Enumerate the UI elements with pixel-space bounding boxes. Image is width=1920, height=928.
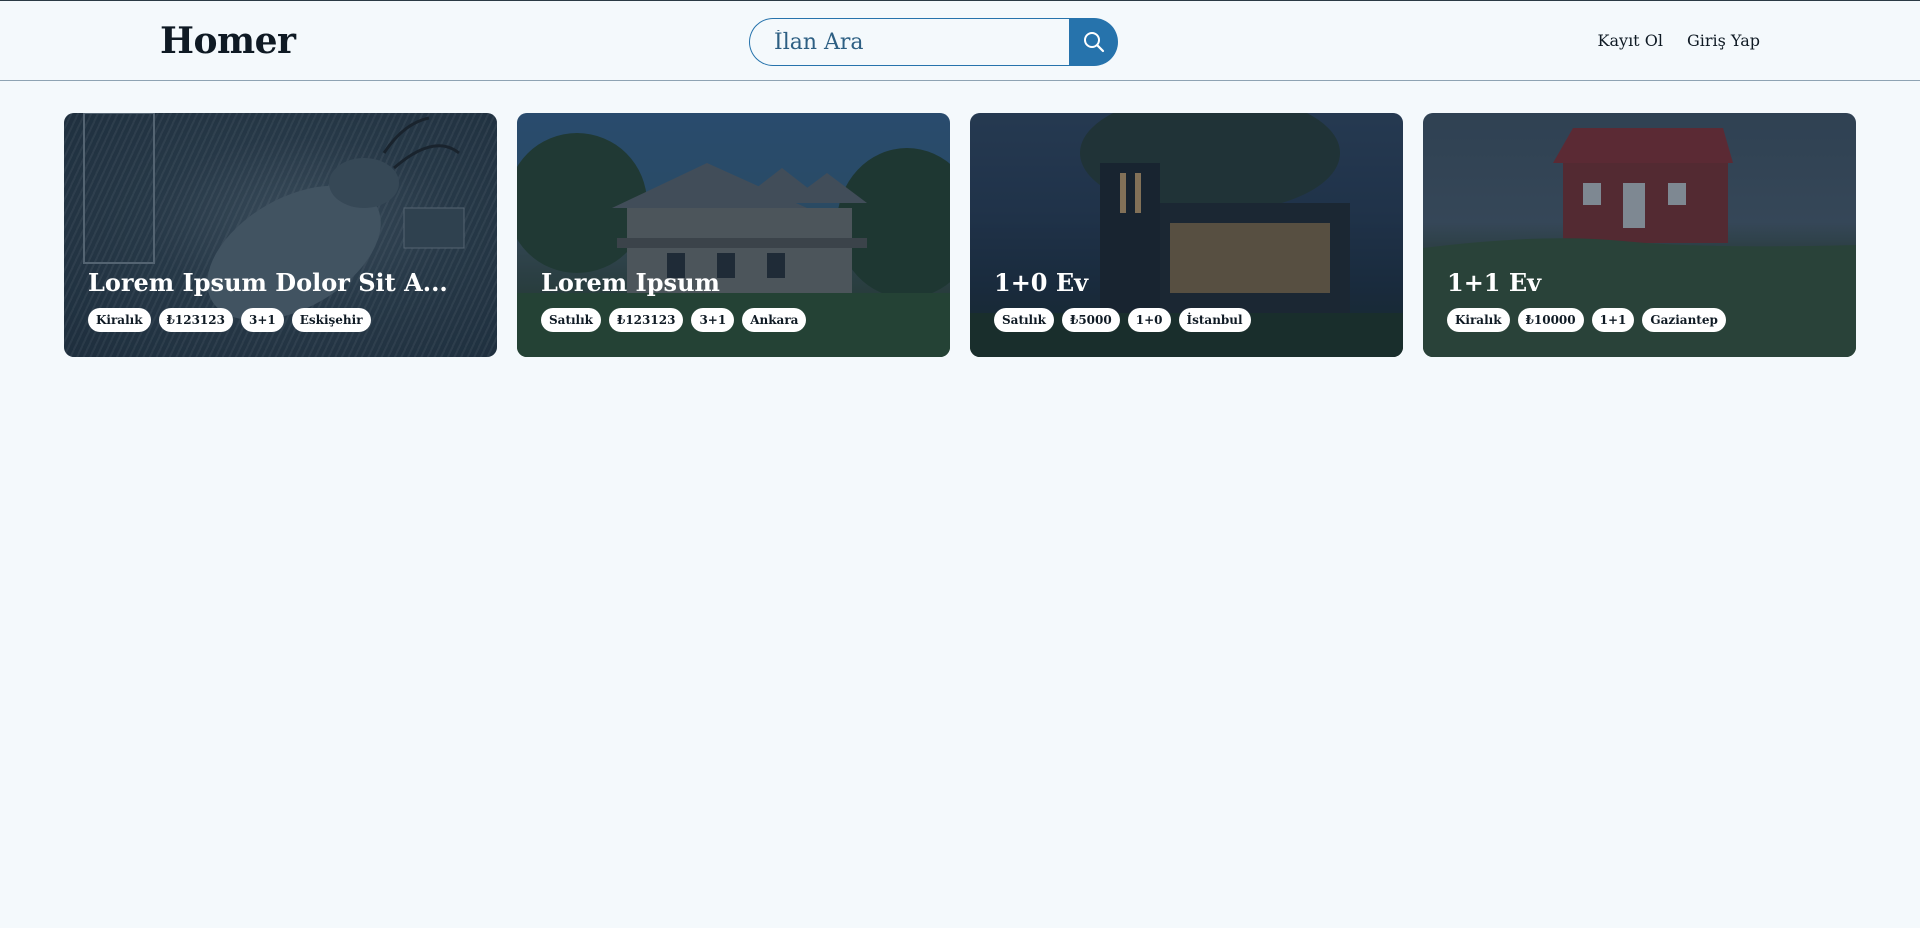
listing-card[interactable]: Lorem Ipsum Dolor Sit A... Kiralık ₺1231… [64,113,497,357]
listing-price-badge: ₺123123 [608,308,684,332]
search-icon [1083,32,1104,53]
auth-links: Kayıt Ol Giriş Yap [1598,31,1760,50]
listing-rooms-badge: 3+1 [691,308,735,332]
listing-city-badge: Ankara [742,308,807,332]
listing-city-badge: İstanbul [1178,308,1251,332]
listing-rooms-badge: 1+1 [1591,308,1635,332]
listing-title: 1+0 Ev [994,268,1089,297]
listing-price-badge: ₺10000 [1517,308,1584,332]
listing-card[interactable]: 1+1 Ev Kiralık ₺10000 1+1 Gaziantep [1423,113,1856,357]
listing-type-badge: Kiralık [1447,308,1510,332]
listing-city-badge: Gaziantep [1642,308,1726,332]
listing-title: Lorem Ipsum Dolor Sit A... [88,268,448,297]
listing-title: 1+1 Ev [1447,268,1542,297]
listing-tags: Satılık ₺5000 1+0 İstanbul [994,308,1251,332]
search-bar [749,18,1118,66]
listing-type-badge: Kiralık [88,308,151,332]
listing-price-badge: ₺5000 [1061,308,1120,332]
listing-grid: Lorem Ipsum Dolor Sit A... Kiralık ₺1231… [64,113,1856,357]
listing-type-badge: Satılık [541,308,601,332]
register-link[interactable]: Kayıt Ol [1598,31,1663,50]
login-link[interactable]: Giriş Yap [1687,31,1760,50]
listing-rooms-badge: 1+0 [1127,308,1171,332]
listing-tags: Satılık ₺123123 3+1 Ankara [541,308,807,332]
listing-type-badge: Satılık [994,308,1054,332]
site-logo[interactable]: Homer [160,20,296,62]
search-input[interactable] [749,18,1069,66]
listing-card[interactable]: 1+0 Ev Satılık ₺5000 1+0 İstanbul [970,113,1403,357]
listing-rooms-badge: 3+1 [240,308,284,332]
listing-city-badge: Eskişehir [291,308,371,332]
top-navbar: Homer Kayıt Ol Giriş Yap [0,0,1920,81]
listing-card[interactable]: Lorem Ipsum Satılık ₺123123 3+1 Ankara [517,113,950,357]
listing-title: Lorem Ipsum [541,268,720,297]
listing-tags: Kiralık ₺123123 3+1 Eskişehir [88,308,371,332]
search-button[interactable] [1069,18,1118,66]
listing-price-badge: ₺123123 [158,308,233,332]
listing-tags: Kiralık ₺10000 1+1 Gaziantep [1447,308,1726,332]
